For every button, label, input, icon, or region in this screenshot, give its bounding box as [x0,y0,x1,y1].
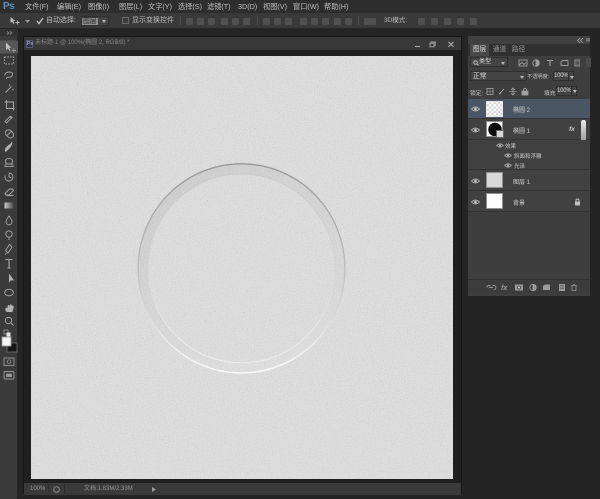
svg-text:fx: fx [501,285,508,292]
